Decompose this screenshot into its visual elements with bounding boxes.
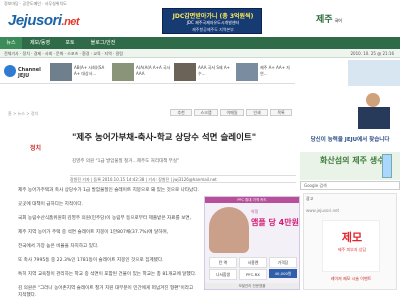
subnav-links[interactable]: 전체기사 · 정치 · 경제 · 사회 · 문화 · 스포츠 · 환경 · 교육…	[4, 51, 123, 56]
ad-price-line: 앰플 당 4만원	[251, 218, 299, 227]
google-search-box[interactable]: Google 검색	[300, 181, 400, 190]
channel-label: Channel JEJU	[18, 67, 41, 79]
ticker-text: 제주 A+ AA+ 자연...	[260, 65, 290, 76]
tab-report[interactable]: 제보/동영	[22, 37, 58, 49]
model-image	[209, 207, 249, 253]
promo-big-text: 제모	[341, 231, 363, 244]
partner-logo-name: 제주	[316, 15, 333, 25]
main-nav: 뉴스 제보/동영 포토 블로그/안전	[0, 37, 400, 49]
logo-ext: .net	[61, 16, 80, 28]
bottle-icon	[382, 154, 392, 178]
section-label: 정치	[30, 145, 42, 152]
breadcrumb[interactable]: 홈 > 뉴스 > 정치	[8, 111, 38, 117]
news-ticker: Channel JEJU AB(A+ 사회)(SA A+ 대상사... A(A(…	[0, 60, 295, 84]
article-paragraph: 또 축사 7995동 중 22.3%인 1781동이 슬레이트 지붕인 것으로 …	[18, 258, 164, 263]
recommend-button[interactable]: 추천	[170, 109, 192, 116]
channel-jeju[interactable]: Channel JEJU	[4, 63, 46, 81]
ticker-item[interactable]: A(A(A(A A+A 국사 AAA	[112, 63, 174, 81]
inline-ad[interactable]: PFC 휴대 가격 카드 약정 앰플 당 4만원 탄 엑 사용엔 가격당 나서합…	[204, 196, 300, 290]
tab-blog[interactable]: 블로그/안전	[82, 37, 124, 49]
block-url[interactable]: www.jejusori.net	[306, 208, 339, 213]
thumbnail-image	[236, 63, 258, 81]
tab-news[interactable]: 뉴스	[0, 37, 22, 49]
article-paragraph: 제주 농어가주택과 축사 상당수가 1급 발암물질인 슬레이트 지붕으로 돼 있…	[18, 188, 200, 193]
ticker-text: AAA 국서 S제 A+ 수...	[198, 65, 230, 76]
banner-line3: 제주항공제주도 지역본부	[192, 27, 234, 32]
article-paragraph: 전국에서 가장 높은 비율을 차지하고 있다.	[18, 244, 99, 249]
article-headline: "제주 농어가부채-축사-학교 상당수 석면 슬레이트"	[72, 133, 257, 143]
print-button[interactable]: 인쇄	[246, 109, 268, 116]
promo-small-text: 제주 피부과 상담	[337, 247, 367, 252]
top-links[interactable]: 정보마당 · 공문도메인 · 사무실위치도	[0, 0, 400, 8]
ticker-text: A(A(A(A A+A 국사 AAA	[136, 65, 171, 76]
partner-logo-sub: 국어	[334, 18, 342, 23]
article-tools: 추천 스크랩 이메일 인쇄 목록	[170, 109, 295, 117]
ad-cell: 나서합생	[209, 269, 237, 280]
ad-row: 탄 엑 사용엔 가격당	[209, 257, 297, 268]
ad-cell: 탄 엑	[209, 257, 237, 268]
thumbnail-image	[174, 63, 196, 81]
ticker-item[interactable]: AB(A+ 사회)(SA A+ 대상사...	[50, 63, 112, 81]
ad-line1: 약정	[251, 209, 259, 214]
play-icon	[4, 65, 16, 77]
ticker-text: AB(A+ 사회)(SA A+ 대상사...	[74, 65, 105, 76]
person-body	[358, 107, 390, 129]
current-date: 2010. 10. 25 @ 21:16	[350, 51, 394, 56]
partner-logo[interactable]: 제주 국어	[316, 12, 342, 25]
ad-top: PFC 휴대 가격 카드	[205, 197, 299, 203]
banner-line1: JDC감면받아가니 (총 3억원씩)	[172, 13, 254, 20]
right-banner-2[interactable]: 화산섬의 제주 생수	[300, 152, 400, 180]
water-ad-text: 화산섬의 제주 생수	[320, 156, 385, 165]
article-paragraph: 국회 농림수산식품위원회 김영주 의원(민주당)이 농림부 등으로부터 제출받은…	[18, 216, 192, 221]
list-button[interactable]: 목록	[270, 109, 292, 116]
banner-line2: JDC 제주국제자유도시개발센터	[186, 20, 240, 25]
site-logo[interactable]: Jejusori.net	[8, 12, 80, 29]
article-paragraph: 제주 지역 농어가 주택 중 석면 슬레이트 지붕이 1만807채(37.7%)…	[18, 230, 169, 235]
sub-nav: 전체기사 · 정치 · 경제 · 사회 · 문화 · 스포츠 · 환경 · 교육…	[0, 49, 400, 58]
article-subhead: 김영주 의원 "1급 발암물질 철거…제주도 처리대책 부실"	[72, 159, 180, 164]
ad-cell: PFC-RX	[239, 269, 267, 280]
right-banner-1[interactable]: 당신이 능력을 JEJU에서 찾습니다	[300, 131, 400, 149]
ticker-item[interactable]: AAA 국서 S제 A+ 수...	[174, 63, 236, 81]
ad-cell: 가격당	[269, 257, 297, 268]
ad-cell: 사용엔	[239, 257, 267, 268]
block-title: 광고	[306, 196, 314, 201]
ticker-item[interactable]: 제주 A+ AA+ 자연...	[236, 63, 294, 81]
article-paragraph: 곳곳에 대책이 급하다는 지적이다.	[18, 202, 84, 207]
scrap-button[interactable]: 스크랩	[194, 109, 218, 116]
thumbnail-image	[112, 63, 134, 81]
right-ad-block[interactable]: 광고 www.jejusori.net 제모 제주 피부과 상담 레이저 제모 …	[303, 193, 397, 290]
ad-foot: 모발관리 전문앰플	[205, 283, 299, 289]
email-button[interactable]: 이메일	[220, 109, 244, 116]
tab-photo[interactable]: 포토	[58, 37, 82, 49]
logo-main: Jejusori	[8, 12, 62, 29]
article-meta: 장원진 기자 | 등록 2010.10.15 14:42:38 | 기사: 장원…	[70, 175, 296, 183]
top-banner-ad[interactable]: JDC감면받아가니 (총 3억원씩) JDC 제주국제자유도시개발센터 제주항공…	[162, 8, 262, 34]
ad-price: 40,000원	[269, 269, 297, 278]
article-paragraph: 특히 지역 교육청이 관리하는 학교 중 석면이 포함된 건물이 있는 학교는 …	[18, 272, 197, 277]
person-ad-image[interactable]	[354, 93, 396, 129]
side-ad[interactable]	[348, 60, 400, 86]
promo-box: 제모 제주 피부과 상담	[322, 220, 380, 272]
article-paragraph: 김 의원은 "그러나 농어촌지역 슬레이트 철거 지원 대부분이 민간에게 떠넘…	[18, 286, 194, 298]
person-head	[366, 93, 380, 107]
promo-foot-text: 레이저 제모 시술 이벤트	[330, 276, 372, 281]
thumbnail-image	[50, 63, 72, 81]
